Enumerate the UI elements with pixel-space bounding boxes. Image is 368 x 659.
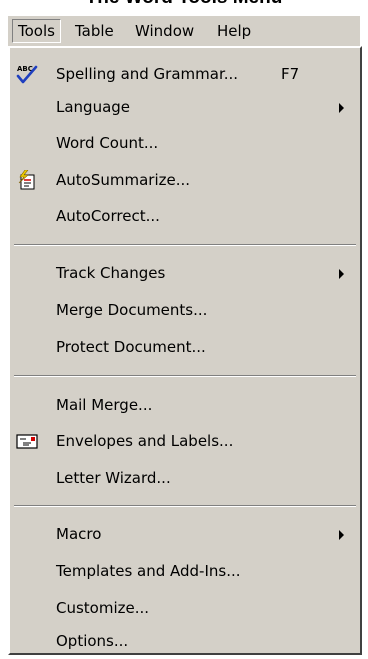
menu-item-customize[interactable]: Customize...	[10, 590, 360, 626]
menu-item-templates-and-add-ins[interactable]: Templates and Add-Ins...	[10, 553, 360, 589]
menu-item-label: Track Changes	[56, 264, 166, 282]
menu-item-mail-merge[interactable]: Mail Merge...	[10, 387, 360, 423]
submenu-arrow-icon	[339, 269, 344, 279]
spelling-check-icon: ABC	[16, 64, 38, 84]
menubar-tools[interactable]: Tools	[12, 19, 61, 43]
menu-item-label: Templates and Add-Ins...	[56, 562, 241, 580]
menubar-table[interactable]: Table	[70, 19, 119, 43]
menu-item-protect-document[interactable]: Protect Document...	[10, 329, 360, 365]
menu-separator	[14, 375, 356, 377]
menu-item-autocorrect[interactable]: AutoCorrect...	[10, 198, 360, 234]
menu-item-merge-documents[interactable]: Merge Documents...	[10, 292, 360, 328]
menu-separator	[14, 244, 356, 246]
menu-item-macro[interactable]: Macro	[10, 516, 360, 552]
menu-item-label: AutoSummarize...	[56, 171, 191, 189]
menu-item-label: Customize...	[56, 599, 150, 617]
menu-item-word-count[interactable]: Word Count...	[10, 125, 360, 161]
menu-item-label: Options...	[56, 632, 129, 650]
menu-item-label: Language	[56, 98, 131, 116]
tools-menu: ABC Spelling and Grammar... F7 Language …	[8, 46, 362, 655]
menu-item-label: Macro	[56, 525, 102, 543]
menu-item-label: Merge Documents...	[56, 301, 208, 319]
menu-item-shortcut: F7	[281, 65, 300, 83]
menu-item-autosummarize[interactable]: AutoSummarize...	[10, 162, 360, 198]
envelope-icon	[16, 431, 38, 451]
menu-item-label: Spelling and Grammar...	[56, 65, 239, 83]
autosummarize-icon	[16, 169, 38, 190]
submenu-arrow-icon	[339, 530, 344, 540]
page-caption: The Word Tools Menu	[0, 0, 368, 8]
menu-bar: Tools Table Window Help	[8, 16, 360, 46]
menu-separator	[14, 505, 356, 507]
submenu-arrow-icon	[339, 103, 344, 113]
menu-item-label: Mail Merge...	[56, 396, 153, 414]
menu-item-options[interactable]: Options...	[10, 623, 360, 659]
menu-item-label: Envelopes and Labels...	[56, 432, 234, 450]
menu-item-label: Word Count...	[56, 134, 159, 152]
menu-item-language[interactable]: Language	[10, 89, 360, 125]
menu-item-label: Letter Wizard...	[56, 469, 171, 487]
menu-item-label: Protect Document...	[56, 338, 206, 356]
menubar-help[interactable]: Help	[212, 19, 256, 43]
menubar-window[interactable]: Window	[130, 19, 199, 43]
menu-item-envelopes-and-labels[interactable]: Envelopes and Labels...	[10, 423, 360, 459]
menu-item-spelling-and-grammar[interactable]: ABC Spelling and Grammar... F7	[10, 56, 360, 92]
menu-item-label: AutoCorrect...	[56, 207, 160, 225]
menu-item-track-changes[interactable]: Track Changes	[10, 255, 360, 291]
menu-item-letter-wizard[interactable]: Letter Wizard...	[10, 460, 360, 496]
